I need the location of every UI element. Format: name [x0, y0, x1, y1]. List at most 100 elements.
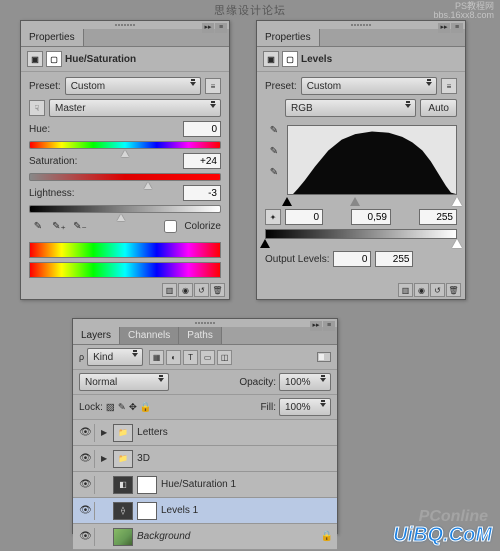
layer-item-3d[interactable]: 👁 ▶ 📁 3D [73, 446, 337, 472]
histogram [287, 125, 457, 195]
output-black-field[interactable] [333, 251, 371, 267]
input-levels-slider[interactable] [287, 197, 457, 207]
layer-item-letters[interactable]: 👁 ▶ 📁 Letters [73, 420, 337, 446]
lock-pixels-icon[interactable]: ✎ [118, 402, 126, 413]
channel-select[interactable]: Master [49, 99, 221, 117]
preset-label: Preset: [29, 81, 61, 92]
lightness-input[interactable] [183, 185, 221, 201]
reset-icon[interactable]: ↺ [194, 283, 209, 297]
tab-bar: Properties [21, 29, 229, 47]
tab-paths[interactable]: Paths [179, 327, 222, 344]
preset-menu-icon[interactable]: ≡ [441, 78, 457, 94]
tab-layers[interactable]: Layers [73, 327, 120, 344]
output-white-field[interactable] [375, 251, 413, 267]
channel-select[interactable]: RGB [285, 99, 416, 117]
mask-icon[interactable]: ▢ [282, 51, 298, 67]
wizard-icon[interactable]: ✦ [265, 209, 281, 225]
filter-kind-select[interactable]: Kind [87, 348, 143, 366]
preset-select[interactable]: Custom [301, 77, 437, 95]
channel-value: Master [55, 103, 86, 114]
layer-item-levels[interactable]: 👁 ⟠ Levels 1 [73, 498, 337, 524]
lock-position-icon[interactable]: ✥ [129, 402, 137, 413]
filter-type-layer-icon[interactable]: T [183, 350, 198, 365]
filter-kind-value: Kind [93, 352, 113, 363]
mask-icon[interactable]: ▢ [46, 51, 62, 67]
colorize-checkbox[interactable] [164, 220, 177, 233]
clip-icon[interactable]: ▥ [162, 283, 177, 297]
eyedropper-minus-icon[interactable]: ✎₋ [71, 218, 89, 236]
reset-icon[interactable]: ↺ [430, 283, 445, 297]
eyedropper-plus-icon[interactable]: ✎₊ [50, 218, 68, 236]
clip-icon[interactable]: ▥ [398, 283, 413, 297]
tab-channels[interactable]: Channels [120, 327, 179, 344]
filter-toggle[interactable] [317, 352, 331, 362]
visibility-icon[interactable]: 👁 [77, 502, 95, 520]
layer-item-background[interactable]: 👁 Background 🔒 [73, 524, 337, 550]
layer-thumb [113, 528, 133, 546]
filter-smart-icon[interactable]: ◫ [217, 350, 232, 365]
visibility-icon[interactable]: 👁 [77, 424, 95, 442]
panel-grip[interactable] [257, 21, 465, 29]
collapse-icon[interactable]: ▸▸ [310, 321, 322, 331]
opacity-field[interactable]: 100% [279, 373, 331, 391]
lightness-slider[interactable] [29, 205, 221, 213]
tab-properties[interactable]: Properties [21, 29, 84, 46]
saturation-slider[interactable] [29, 173, 221, 181]
panel-menu-icon[interactable]: ≡ [215, 23, 227, 33]
fill-field[interactable]: 100% [279, 398, 331, 416]
auto-button[interactable]: Auto [420, 99, 457, 117]
gray-point-eyedropper-icon[interactable]: ✎ [265, 142, 283, 160]
collapse-icon[interactable]: ▸▸ [438, 23, 450, 33]
visibility-icon[interactable]: 👁 [77, 450, 95, 468]
layer-item-hue-sat[interactable]: 👁 ◧ Hue/Saturation 1 [73, 472, 337, 498]
panel-actions: ▸▸ ≡ [202, 23, 227, 33]
preset-value: Custom [71, 81, 105, 92]
preset-menu-icon[interactable]: ≡ [205, 78, 221, 94]
white-point-eyedropper-icon[interactable]: ✎ [265, 163, 283, 181]
disclosure-icon[interactable]: ▶ [101, 454, 107, 463]
input-gamma-field[interactable] [351, 209, 391, 225]
panel-menu-icon[interactable]: ≡ [451, 23, 463, 33]
disclosure-icon[interactable]: ▶ [101, 428, 107, 437]
mask-thumb-icon[interactable] [137, 502, 157, 520]
panel-grip[interactable] [21, 21, 229, 29]
black-point-eyedropper-icon[interactable]: ✎ [265, 121, 283, 139]
hue-input[interactable] [183, 121, 221, 137]
hue-slider[interactable] [29, 141, 221, 149]
filter-pixel-icon[interactable]: ▦ [149, 350, 164, 365]
visibility-icon[interactable]: 👁 [77, 476, 95, 494]
eyedropper-icon[interactable]: ✎ [29, 218, 47, 236]
filter-shape-icon[interactable]: ▭ [200, 350, 215, 365]
output-levels-slider[interactable] [265, 239, 457, 249]
lock-all-icon[interactable]: 🔒 [140, 402, 152, 413]
layer-list: 👁 ▶ 📁 Letters 👁 ▶ 📁 3D 👁 ◧ Hue/Saturatio… [73, 420, 337, 550]
trash-icon[interactable]: 🗑 [210, 283, 225, 297]
trash-icon[interactable]: 🗑 [446, 283, 461, 297]
panel-grip[interactable] [73, 319, 337, 327]
colorize-label: Colorize [184, 221, 221, 232]
targeted-adjust-icon[interactable]: ☟ [29, 100, 45, 116]
adjustment-icon[interactable]: ▣ [263, 51, 279, 67]
color-range-bar-top [29, 242, 221, 258]
input-white-field[interactable] [419, 209, 457, 225]
blend-mode-select[interactable]: Normal [79, 373, 169, 391]
preset-select[interactable]: Custom [65, 77, 201, 95]
filter-adjust-icon[interactable]: ◐ [166, 350, 181, 365]
visibility-icon[interactable]: 👁 [77, 528, 95, 546]
view-prev-icon[interactable]: ◉ [178, 283, 193, 297]
mask-thumb-icon[interactable] [137, 476, 157, 494]
collapse-icon[interactable]: ▸▸ [202, 23, 214, 33]
color-range-bar-bottom [29, 262, 221, 278]
view-prev-icon[interactable]: ◉ [414, 283, 429, 297]
opacity-value: 100% [285, 377, 311, 388]
panel-menu-icon[interactable]: ≡ [323, 321, 335, 331]
adjustment-icon[interactable]: ▣ [27, 51, 43, 67]
lock-transparent-icon[interactable]: ▨ [106, 402, 115, 413]
output-label: Output Levels: [265, 254, 329, 265]
saturation-input[interactable] [183, 153, 221, 169]
filter-type-icon[interactable]: ρ [79, 352, 84, 362]
input-black-field[interactable] [285, 209, 323, 225]
tab-bar: Layers Channels Paths [73, 327, 337, 345]
tab-properties[interactable]: Properties [257, 29, 320, 46]
lock-label: Lock: [79, 402, 103, 413]
